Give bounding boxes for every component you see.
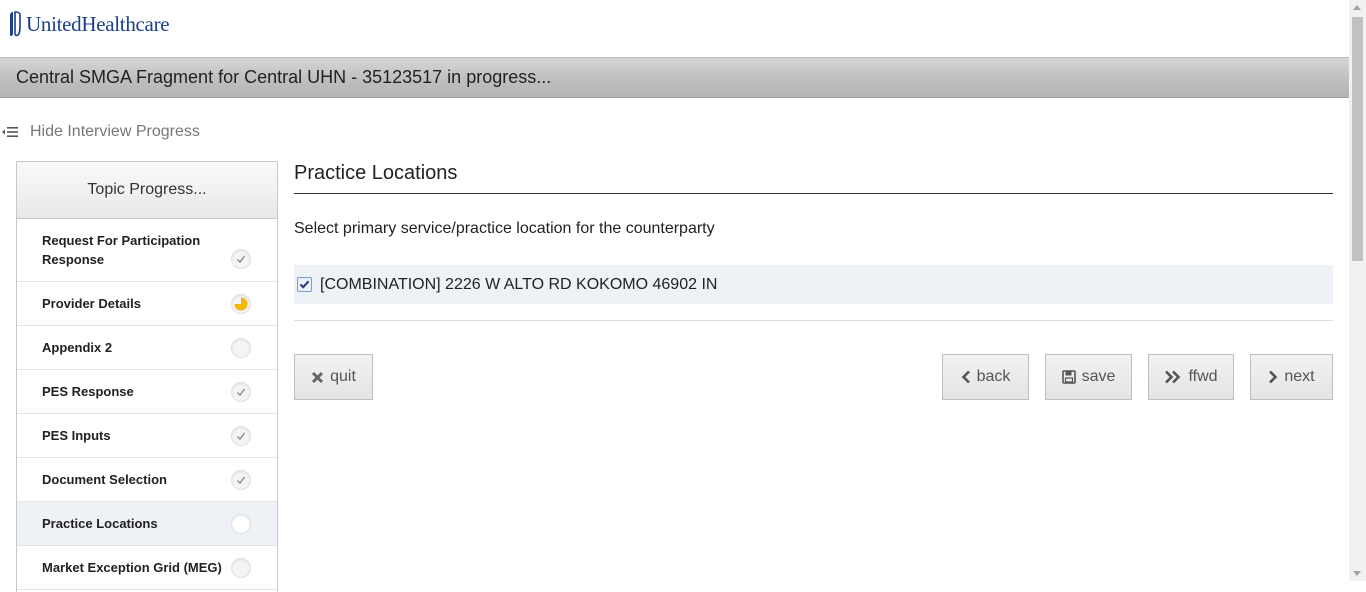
check-icon xyxy=(231,249,251,269)
topic-practice-locations[interactable]: Practice Locations xyxy=(17,502,277,546)
floppy-disk-icon xyxy=(1061,370,1076,384)
topic-label: Document Selection xyxy=(42,472,167,487)
quit-button[interactable]: quit xyxy=(294,354,373,400)
brand-name: UnitedHealthcare xyxy=(26,11,170,36)
hide-progress-label: Hide Interview Progress xyxy=(30,123,200,140)
close-icon xyxy=(311,371,324,384)
not-started-icon xyxy=(231,558,251,578)
section-title: Practice Locations xyxy=(294,160,1333,194)
ffwd-label: ffwd xyxy=(1188,368,1218,385)
check-icon xyxy=(231,426,251,446)
quit-label: quit xyxy=(330,368,356,385)
back-label: back xyxy=(976,368,1011,385)
vertical-scrollbar[interactable] xyxy=(1349,0,1366,581)
topic-progress-heading: Topic Progress... xyxy=(17,162,277,219)
interview-title: Central SMGA Fragment for Central UHN - … xyxy=(16,67,552,87)
location-option-label: [COMBINATION] 2226 W ALTO RD KOKOMO 4690… xyxy=(320,275,718,293)
topic-market-exception-grid[interactable]: Market Exception Grid (MEG) xyxy=(17,546,277,590)
topic-appendix-2[interactable]: Appendix 2 xyxy=(17,326,277,370)
topic-label: Market Exception Grid (MEG) xyxy=(42,560,222,575)
brand-logo[interactable]: UnitedHealthcare xyxy=(8,10,170,38)
topic-pes-response[interactable]: PES Response xyxy=(17,370,277,414)
double-chevron-right-icon xyxy=(1164,370,1182,384)
hide-progress-toggle[interactable]: Hide Interview Progress xyxy=(2,123,200,141)
scroll-down-icon[interactable] xyxy=(1353,571,1361,576)
check-icon xyxy=(231,382,251,402)
topic-request-for-participation-response[interactable]: Request For Participation Response xyxy=(17,219,277,282)
next-label: next xyxy=(1284,368,1315,385)
topic-document-selection[interactable]: Document Selection xyxy=(17,458,277,502)
topic-label: PES Response xyxy=(42,384,134,399)
collapse-list-icon xyxy=(2,127,18,137)
chevron-left-icon xyxy=(961,370,971,384)
location-checkbox[interactable] xyxy=(297,277,312,292)
top-header: UnitedHealthcare xyxy=(0,0,1349,58)
topic-label: Appendix 2 xyxy=(42,340,113,355)
topic-label: Request For Participation Response xyxy=(42,233,201,267)
location-option[interactable]: [COMBINATION] 2226 W ALTO RD KOKOMO 4690… xyxy=(294,265,1333,304)
not-started-icon xyxy=(231,338,251,358)
scrollbar-thumb[interactable] xyxy=(1352,17,1363,261)
scroll-up-icon[interactable] xyxy=(1353,5,1361,10)
topic-label: PES Inputs xyxy=(42,428,111,443)
ffwd-button[interactable]: ffwd xyxy=(1148,354,1234,400)
topic-provider-details[interactable]: Provider Details xyxy=(17,282,277,326)
uhc-logo-icon xyxy=(10,11,21,37)
checkmark-icon xyxy=(299,280,310,289)
in-progress-icon xyxy=(231,294,251,314)
check-icon xyxy=(231,470,251,490)
not-started-icon xyxy=(231,514,251,534)
main-content: Practice Locations Select primary servic… xyxy=(294,160,1333,321)
interview-title-bar: Central SMGA Fragment for Central UHN - … xyxy=(0,58,1349,98)
topic-progress-panel: Topic Progress... Request For Participat… xyxy=(16,161,278,592)
save-button[interactable]: save xyxy=(1045,354,1132,400)
topic-pes-inputs[interactable]: PES Inputs xyxy=(17,414,277,458)
topic-label: Provider Details xyxy=(42,296,141,311)
save-label: save xyxy=(1081,368,1116,385)
back-button[interactable]: back xyxy=(942,354,1029,400)
topic-label: Practice Locations xyxy=(42,516,158,531)
question-prompt: Select primary service/practice location… xyxy=(294,220,715,237)
next-button[interactable]: next xyxy=(1250,354,1333,400)
chevron-right-icon xyxy=(1268,370,1278,384)
divider xyxy=(294,304,1333,321)
